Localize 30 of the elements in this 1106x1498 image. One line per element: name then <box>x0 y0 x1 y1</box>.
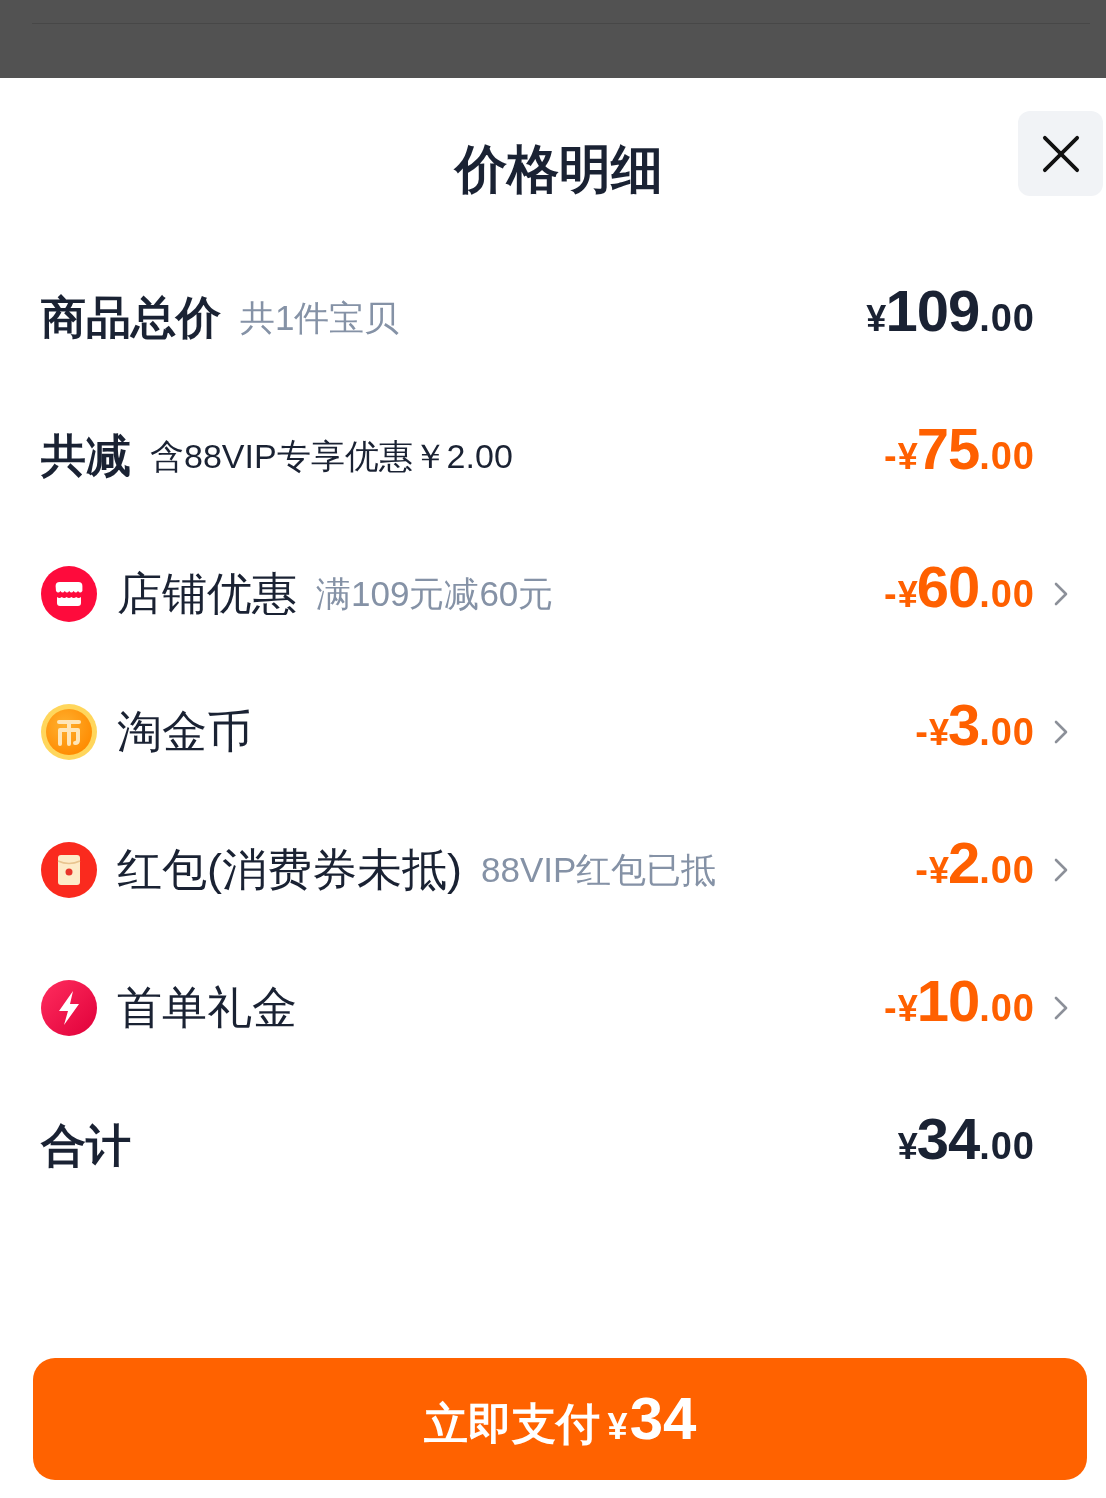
price-amount: -¥3.00 <box>915 692 1035 759</box>
row-note: 含88VIP专享优惠￥2.00 <box>150 436 513 477</box>
price-amount: -¥10.00 <box>883 968 1035 1035</box>
chevron-right-icon[interactable] <box>1054 720 1068 744</box>
price-amount: -¥75.00 <box>883 416 1035 483</box>
pay-button[interactable]: 立即支付 ¥34 <box>33 1358 1087 1480</box>
lightning-bolt-icon <box>41 980 97 1036</box>
row-note: 满109元减60元 <box>316 573 554 615</box>
envelope-icon <box>41 842 97 898</box>
coin-icon <box>41 704 97 760</box>
price-amount: ¥109.00 <box>866 278 1035 345</box>
sheet-title: 价格明细 <box>452 139 663 200</box>
chevron-right-icon[interactable] <box>1054 996 1068 1020</box>
row-note: 88VIP红包已抵 <box>481 849 717 891</box>
row-label: 共减 <box>41 429 131 483</box>
row-label: 店铺优惠 <box>117 567 297 621</box>
row-label: 红包(消费券未抵) <box>117 843 462 897</box>
close-icon <box>1041 134 1080 173</box>
chevron-right-icon[interactable] <box>1054 858 1068 882</box>
price-amount: -¥2.00 <box>915 830 1035 897</box>
row-label: 首单礼金 <box>117 981 297 1035</box>
row-label: 合计 <box>41 1119 131 1173</box>
store-icon <box>41 566 97 622</box>
chevron-right-icon[interactable] <box>1054 582 1068 606</box>
row-label: 淘金币 <box>117 705 252 759</box>
row-note: 共1件宝贝 <box>240 297 400 339</box>
price-amount: -¥60.00 <box>883 554 1035 621</box>
row-label: 商品总价 <box>41 291 221 345</box>
close-button[interactable] <box>1018 111 1103 196</box>
price-amount: ¥34.00 <box>897 1106 1035 1173</box>
